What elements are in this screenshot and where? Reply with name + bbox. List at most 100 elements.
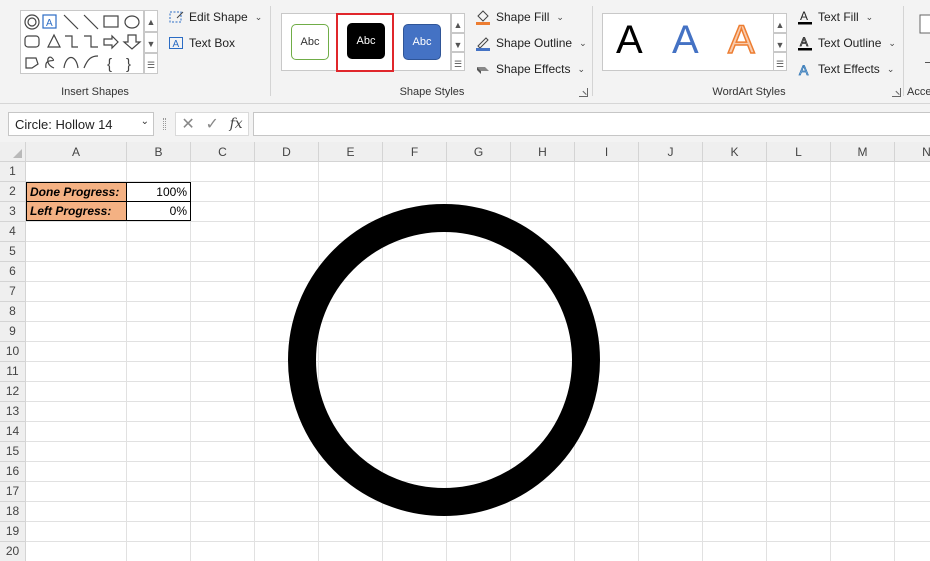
column-header-i[interactable]: I [575,142,639,162]
formula-bar-grip[interactable] [163,118,166,130]
gridline [26,521,930,522]
shape-styles-scroll-up[interactable]: ▲ [451,13,465,33]
text-effects-button[interactable]: A Text Effects ⌄ [797,61,895,77]
svg-text:}: } [126,56,131,73]
row-header-2[interactable]: 2 [0,182,26,202]
row-header-11[interactable]: 11 [0,362,26,382]
wordart-orange-letter[interactable]: A [727,17,755,63]
shapes-gallery-icons: A { } [24,14,142,73]
insert-shapes-label: Insert Shapes [61,86,129,98]
row-header-13[interactable]: 13 [0,402,26,422]
hollow-circle-shape[interactable] [288,204,600,516]
column-header-k[interactable]: K [703,142,767,162]
text-box-label: Text Box [189,36,236,50]
row-header-4[interactable]: 4 [0,222,26,242]
row-header-5[interactable]: 5 [0,242,26,262]
wordart-scroll-up[interactable]: ▲ [773,13,787,33]
wordart-styles-label: WordArt Styles [712,86,786,98]
column-header-b[interactable]: B [127,142,191,162]
text-fill-button[interactable]: A Text Fill ⌄ [797,9,873,25]
row-header-19[interactable]: 19 [0,522,26,542]
row-header-16[interactable]: 16 [0,462,26,482]
column-header-h[interactable]: H [511,142,575,162]
wordart-black-letter[interactable]: A [616,18,643,63]
column-header-d[interactable]: D [255,142,319,162]
cell-a2-done-progress-label[interactable]: Done Progress: [26,182,127,202]
row-header-1[interactable]: 1 [0,162,26,182]
group-divider [270,6,271,96]
insert-shapes-group: A { } ▲ ▼ ☰ Edit Shape ⌄ A Text Box Inse… [0,0,271,104]
shape-outline-button[interactable]: Shape Outline ⌄ [475,35,587,51]
shape-styles-more[interactable]: ☰ [451,52,465,71]
wordart-blue-letter[interactable]: A [672,18,699,63]
column-header-g[interactable]: G [447,142,511,162]
shape-effects-button[interactable]: Shape Effects ⌄ [475,61,585,77]
row-header-7[interactable]: 7 [0,282,26,302]
shapes-gallery-scroll-up[interactable]: ▲ [144,10,158,32]
edit-shape-icon [169,11,184,23]
row-header-8[interactable]: 8 [0,302,26,322]
edit-shape-button[interactable]: Edit Shape ⌄ [168,9,262,25]
wordart-styles-group: A A A ▲ ▼ ☰ A Text Fill ⌄ A Text Outline ⌄… [594,0,904,104]
shape-styles-launcher-icon[interactable] [579,88,588,97]
insert-function-button[interactable]: fx [230,116,243,132]
shape-styles-scroll-down[interactable]: ▼ [451,33,465,52]
row-header-3[interactable]: 3 [0,202,26,222]
column-header-c[interactable]: C [191,142,255,162]
select-all-button[interactable] [0,142,26,162]
row-header-15[interactable]: 15 [0,442,26,462]
column-header-j[interactable]: J [639,142,703,162]
column-header-n[interactable]: N [895,142,930,162]
accessibility-label: Acce [907,86,930,98]
row-header-6[interactable]: 6 [0,262,26,282]
text-outline-button[interactable]: A Text Outline ⌄ [797,35,896,51]
name-box[interactable]: Circle: Hollow 14 ⌄ [8,112,154,136]
column-header-f[interactable]: F [383,142,447,162]
svg-text:A: A [799,62,809,77]
enter-icon[interactable]: ✓ [205,114,218,134]
text-effects-label: Text Effects [818,62,880,76]
gridline [26,541,930,542]
text-outline-label: Text Outline [818,36,882,50]
shape-fill-button[interactable]: Shape Fill ⌄ [475,9,564,25]
column-header-l[interactable]: L [767,142,831,162]
row-header-17[interactable]: 17 [0,482,26,502]
row-header-14[interactable]: 14 [0,422,26,442]
cell-a3-left-progress-label[interactable]: Left Progress: [26,201,127,221]
paint-bucket-icon [476,10,490,25]
alt-text-icon[interactable] [919,14,930,38]
cell-b3-left-progress-value[interactable]: 0% [126,201,191,221]
column-header-a[interactable]: A [26,142,127,162]
row-header-9[interactable]: 9 [0,322,26,342]
column-header-e[interactable]: E [319,142,383,162]
shape-style-outline-green[interactable]: Abc [291,24,329,60]
row-header-10[interactable]: 10 [0,342,26,362]
worksheet-grid: A B C D E F G H I J K L M N 1 2 3 4 5 6 … [0,142,930,561]
wordart-scroll-down[interactable]: ▼ [773,33,787,52]
chevron-down-icon: ⌄ [865,11,874,22]
chevron-down-icon[interactable]: ⌄ [141,116,149,127]
shape-style-blue[interactable]: Abc [403,24,441,60]
accessibility-group: Acce [905,0,930,104]
row-header-18[interactable]: 18 [0,502,26,522]
cancel-icon[interactable]: ✕ [181,114,194,134]
column-header-m[interactable]: M [831,142,895,162]
shapes-gallery-scroll-down[interactable]: ▼ [144,32,158,53]
shape-style-black[interactable]: Abc [347,23,385,59]
svg-text:A: A [46,18,53,29]
text-box-button[interactable]: A Text Box [168,35,235,51]
chevron-down-icon: ⌄ [577,63,586,74]
formula-input[interactable] [253,112,930,136]
shapes-gallery-more[interactable]: ☰ [144,53,158,74]
cell-b2-done-progress-value[interactable]: 100% [126,182,191,202]
edit-shape-label: Edit Shape [189,10,248,24]
formula-buttons: ✕ ✓ fx [175,112,249,136]
chevron-down-icon: ⌄ [888,37,896,48]
row-header-12[interactable]: 12 [0,382,26,402]
row-header-20[interactable]: 20 [0,542,26,561]
wordart-more[interactable]: ☰ [773,52,787,71]
shape-styles-group: Abc Abc Abc ▲ ▼ ☰ Shape Fill ⌄ Shape Outl… [272,0,593,104]
svg-text:A: A [800,35,808,49]
pencil-outline-icon [476,37,490,51]
wordart-styles-launcher-icon[interactable] [892,88,901,97]
